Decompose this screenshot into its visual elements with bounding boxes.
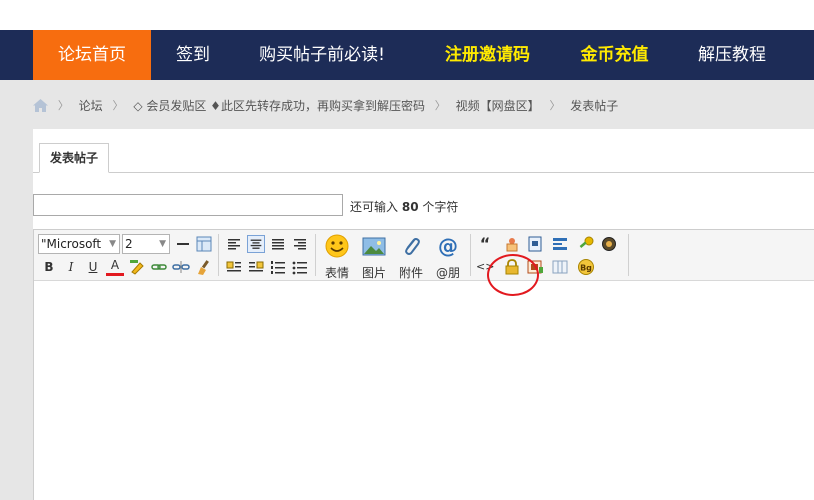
font-family-value: "Microsoft — [41, 237, 102, 251]
attachment-label: 附件 — [398, 266, 423, 280]
clear-format-brush-icon[interactable] — [195, 258, 213, 276]
nav-item-forum-home[interactable]: 论坛首页 — [33, 30, 151, 80]
post-link-icon[interactable] — [526, 235, 544, 253]
tab-new-post[interactable]: 发表帖子 — [39, 143, 109, 173]
char-counter-suffix: 个字符 — [422, 200, 459, 214]
font-family-select[interactable]: "Microsoft ▼ — [38, 234, 120, 254]
table-icon[interactable] — [195, 235, 213, 253]
chevron-down-icon: ▼ — [159, 239, 166, 249]
mention-label: @朋 — [435, 266, 460, 280]
attachment-button[interactable]: 附件 — [395, 233, 427, 281]
free-content-icon[interactable] — [503, 235, 521, 253]
at-icon: @ — [438, 234, 458, 258]
breadcrumb: 〉 论坛 〉 ◇ 会员发贴区 ♦此区先转存成功，再购买拿到解压密码 〉 视频【网… — [33, 96, 618, 114]
underline-button[interactable]: U — [84, 258, 102, 276]
media-icon[interactable] — [600, 235, 618, 253]
font-size-value: 2 — [125, 237, 133, 251]
highlight-pen-icon[interactable] — [128, 258, 146, 276]
tab-divider — [33, 172, 814, 173]
horizontal-rule-icon[interactable] — [174, 235, 192, 253]
breadcrumb-separator: 〉 — [549, 98, 561, 112]
toolbar-divider — [628, 234, 629, 276]
emoji-label: 表情 — [324, 266, 349, 280]
annotation-red-circle — [487, 254, 539, 296]
image-icon — [362, 237, 386, 256]
nav-item-gold-recharge[interactable]: 金币充值 — [567, 30, 662, 80]
breadcrumb-member-posting[interactable]: ◇ 会员发贴区 ♦此区先转存成功，再购买拿到解压密码 — [133, 97, 425, 115]
list-box-icon[interactable] — [551, 235, 569, 253]
bg-icon-label: Bg — [580, 264, 592, 273]
post-panel: 发表帖子 还可输入 80 个字符 "Microsoft ▼ 2 ▼ 表情 图片 … — [33, 129, 814, 500]
image-label: 图片 — [361, 266, 386, 280]
char-counter-prefix: 还可输入 — [350, 200, 399, 214]
breadcrumb-separator: 〉 — [434, 98, 446, 112]
chevron-down-icon: ▼ — [109, 239, 116, 249]
breadcrumb-separator: 〉 — [57, 98, 69, 112]
toolbar-divider — [218, 234, 219, 276]
home-icon[interactable] — [33, 99, 48, 112]
breadcrumb-video-netdisk[interactable]: 视频【网盘区】 — [456, 97, 540, 115]
svg-text:@: @ — [438, 234, 458, 258]
char-counter-count: 80 — [401, 200, 419, 214]
ordered-list-icon[interactable] — [269, 258, 287, 276]
mention-button[interactable]: @ @朋 — [432, 233, 464, 281]
main-nav: 论坛首页 签到 购买帖子前必读! 注册邀请码 金币充值 解压教程 — [0, 30, 814, 80]
font-size-select[interactable]: 2 ▼ — [122, 234, 170, 254]
align-center-icon[interactable] — [247, 235, 265, 253]
toolbar-divider — [315, 234, 316, 276]
nav-item-checkin[interactable]: 签到 — [159, 30, 227, 80]
align-left-icon[interactable] — [225, 235, 243, 253]
subject-input[interactable] — [33, 194, 343, 216]
editor-toolbar: "Microsoft ▼ 2 ▼ 表情 图片 附件 @ @朋 “ B I U A… — [34, 230, 814, 281]
float-right-icon[interactable] — [247, 258, 265, 276]
float-left-icon[interactable] — [225, 258, 243, 276]
nav-item-unzip-tutorial[interactable]: 解压教程 — [684, 30, 780, 80]
image-button[interactable]: 图片 — [358, 233, 390, 281]
unlink-icon[interactable] — [172, 258, 190, 276]
breadcrumb-forum[interactable]: 论坛 — [79, 97, 103, 115]
breadcrumb-separator: 〉 — [112, 98, 124, 112]
smiley-icon — [325, 234, 349, 258]
align-justify-icon[interactable] — [269, 235, 287, 253]
link-icon[interactable] — [150, 258, 168, 276]
italic-button[interactable]: I — [62, 258, 80, 276]
quote-icon[interactable]: “ — [476, 235, 494, 253]
top-blank-area — [0, 0, 814, 30]
unordered-list-icon[interactable] — [291, 258, 309, 276]
nav-item-invite-code[interactable]: 注册邀请码 — [425, 30, 550, 80]
editor-content-area[interactable] — [34, 282, 814, 500]
toolbar-divider — [470, 234, 471, 276]
key-icon[interactable] — [577, 235, 595, 253]
bold-button[interactable]: B — [40, 258, 58, 276]
tab-layout-icon[interactable] — [551, 258, 569, 276]
font-color-button[interactable]: A — [106, 258, 124, 276]
char-counter: 还可输入 80 个字符 — [350, 198, 458, 215]
breadcrumb-current: 发表帖子 — [570, 98, 619, 113]
rich-text-editor: "Microsoft ▼ 2 ▼ 表情 图片 附件 @ @朋 “ B I U A… — [33, 229, 814, 500]
paperclip-icon — [405, 238, 420, 255]
emoji-button[interactable]: 表情 — [321, 233, 353, 281]
align-right-icon[interactable] — [291, 235, 309, 253]
nav-item-purchase-notice[interactable]: 购买帖子前必读! — [240, 30, 404, 80]
background-color-button[interactable]: Bg — [577, 258, 595, 276]
